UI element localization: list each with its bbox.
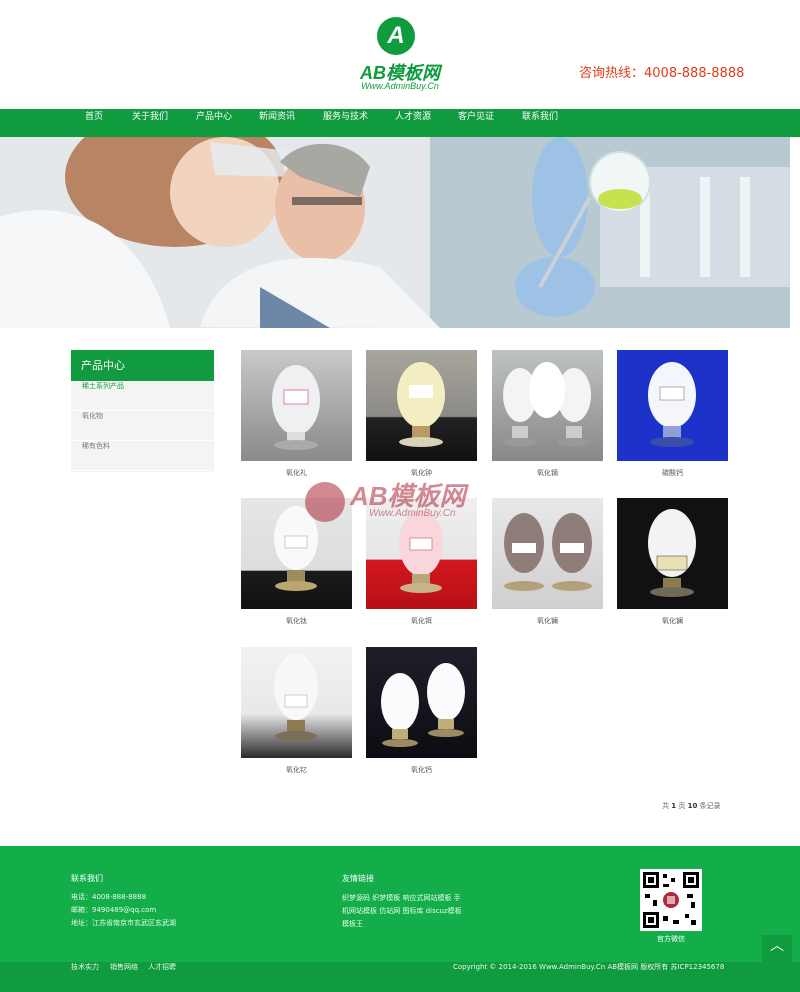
logo-glyph: A (387, 22, 405, 49)
sample-bottle-image (504, 513, 592, 591)
sample-bottle-image (381, 663, 465, 747)
nav-item-products[interactable]: 产品中心 (196, 109, 232, 137)
logo-badge-icon: A (377, 17, 415, 55)
hotline: 咨询热线：4008-888-8888 (579, 66, 745, 81)
product-name[interactable]: 氧化镝 (492, 468, 603, 478)
scientists-illustration (0, 137, 790, 328)
sample-bottle-image (272, 365, 320, 450)
pager-suffix: 条记录 (699, 802, 721, 810)
site-header: A AB模板网 Www.AdminBuy.Cn 咨询热线：4008-888-88… (0, 0, 800, 109)
footer-link-jobs[interactable]: 人才招聘 (148, 962, 176, 972)
sample-bottle-image (274, 654, 318, 741)
product-name[interactable]: 氧化钛 (241, 616, 352, 626)
nav-item-about[interactable]: 关于我们 (132, 109, 168, 137)
footer-friend-links[interactable]: 织梦源码 织梦模板 响应式网站模板 手机网站模板 仿站网 图标库 discuz模… (342, 892, 462, 931)
footer-link-tech[interactable]: 技术实力 (71, 962, 99, 972)
pager-prefix: 共 (662, 802, 669, 810)
sample-bottle-image (274, 506, 318, 591)
wechat-qr-code (640, 869, 702, 931)
site-logo[interactable]: A AB模板网 Www.AdminBuy.Cn (350, 17, 450, 97)
sidebar-item-oxides[interactable]: 氧化物 (71, 411, 214, 441)
sample-bottle-image (648, 362, 696, 447)
footer-links-title: 友情链接 (342, 874, 374, 883)
sidebar-title: 产品中心 (71, 350, 214, 381)
nav-item-talent[interactable]: 人才资源 (395, 109, 431, 137)
qr-caption: 官方微信 (657, 935, 685, 943)
nav-item-home[interactable]: 首页 (85, 109, 103, 137)
footer-link-sales[interactable]: 销售网络 (110, 962, 138, 972)
footer-email: 邮箱：9490489@qq.com (71, 906, 157, 914)
logo-subtext: Www.AdminBuy.Cn (361, 81, 439, 91)
product-name[interactable]: 氧化礼 (241, 468, 352, 478)
nav-item-news[interactable]: 新闻资讯 (259, 109, 295, 137)
footer-contact-title: 联系我们 (71, 874, 103, 883)
product-image[interactable] (366, 350, 477, 461)
sample-bottle-image (648, 509, 696, 597)
nav-item-service[interactable]: 服务与技术 (323, 109, 368, 137)
product-name[interactable]: 氧化镧 (492, 616, 603, 626)
pager-pages: 1 (671, 802, 677, 810)
copyright-text: Copyright © 2014-2016 Www.AdminBuy.Cn AB… (453, 963, 725, 971)
product-name[interactable]: 氧化镧 (617, 616, 728, 626)
product-name[interactable]: 氧化铒 (366, 616, 477, 626)
sidebar-item-pigments[interactable]: 稀有色料 (71, 441, 214, 471)
sidebar-list: 稀土系列产品 氧化物 稀有色料 (71, 381, 214, 472)
product-name[interactable]: 氧化钇 (241, 765, 352, 775)
product-name[interactable]: 氧化钙 (366, 765, 477, 775)
hero-banner (0, 137, 790, 328)
pagination-summary: 共 1 页 10 条记录 (662, 801, 721, 811)
nav-item-contact[interactable]: 联系我们 (522, 109, 558, 137)
product-image[interactable] (241, 498, 352, 609)
product-image[interactable] (241, 647, 352, 758)
chevron-up-icon: ︿ (770, 938, 784, 954)
footer-bottom-bar: 技术实力 销售网络 人才招聘 Copyright © 2014-2016 Www… (0, 962, 800, 992)
product-image[interactable] (617, 498, 728, 609)
pager-count: 10 (687, 802, 698, 810)
product-image[interactable] (492, 498, 603, 609)
product-image[interactable] (366, 647, 477, 758)
pager-mid: 页 (678, 802, 686, 810)
sample-bottle-image (399, 510, 443, 593)
product-image[interactable] (617, 350, 728, 461)
sidebar-item-rare-earth[interactable]: 稀土系列产品 (71, 381, 214, 411)
product-image[interactable] (366, 498, 477, 609)
product-name[interactable]: 碳酸钙 (617, 468, 728, 478)
sample-bottle-image (397, 362, 445, 447)
footer-phone: 电话：4008-888-8888 (71, 893, 147, 901)
main-nav: 首页 关于我们 产品中心 新闻资讯 服务与技术 人才资源 客户见证 联系我们 (0, 109, 800, 137)
sample-bottle-image (503, 362, 591, 446)
nav-item-clients[interactable]: 客户见证 (458, 109, 494, 137)
product-image[interactable] (241, 350, 352, 461)
product-image[interactable] (492, 350, 603, 461)
footer-address: 地址：江苏省南京市玄武区玄武湖 (71, 919, 176, 927)
site-footer: 联系我们 电话：4008-888-8888 邮箱：9490489@qq.com … (0, 846, 800, 962)
qr-code-icon (643, 872, 699, 928)
back-to-top-button[interactable]: ︿ (762, 935, 792, 965)
product-name[interactable]: 氧化钟 (366, 468, 477, 478)
